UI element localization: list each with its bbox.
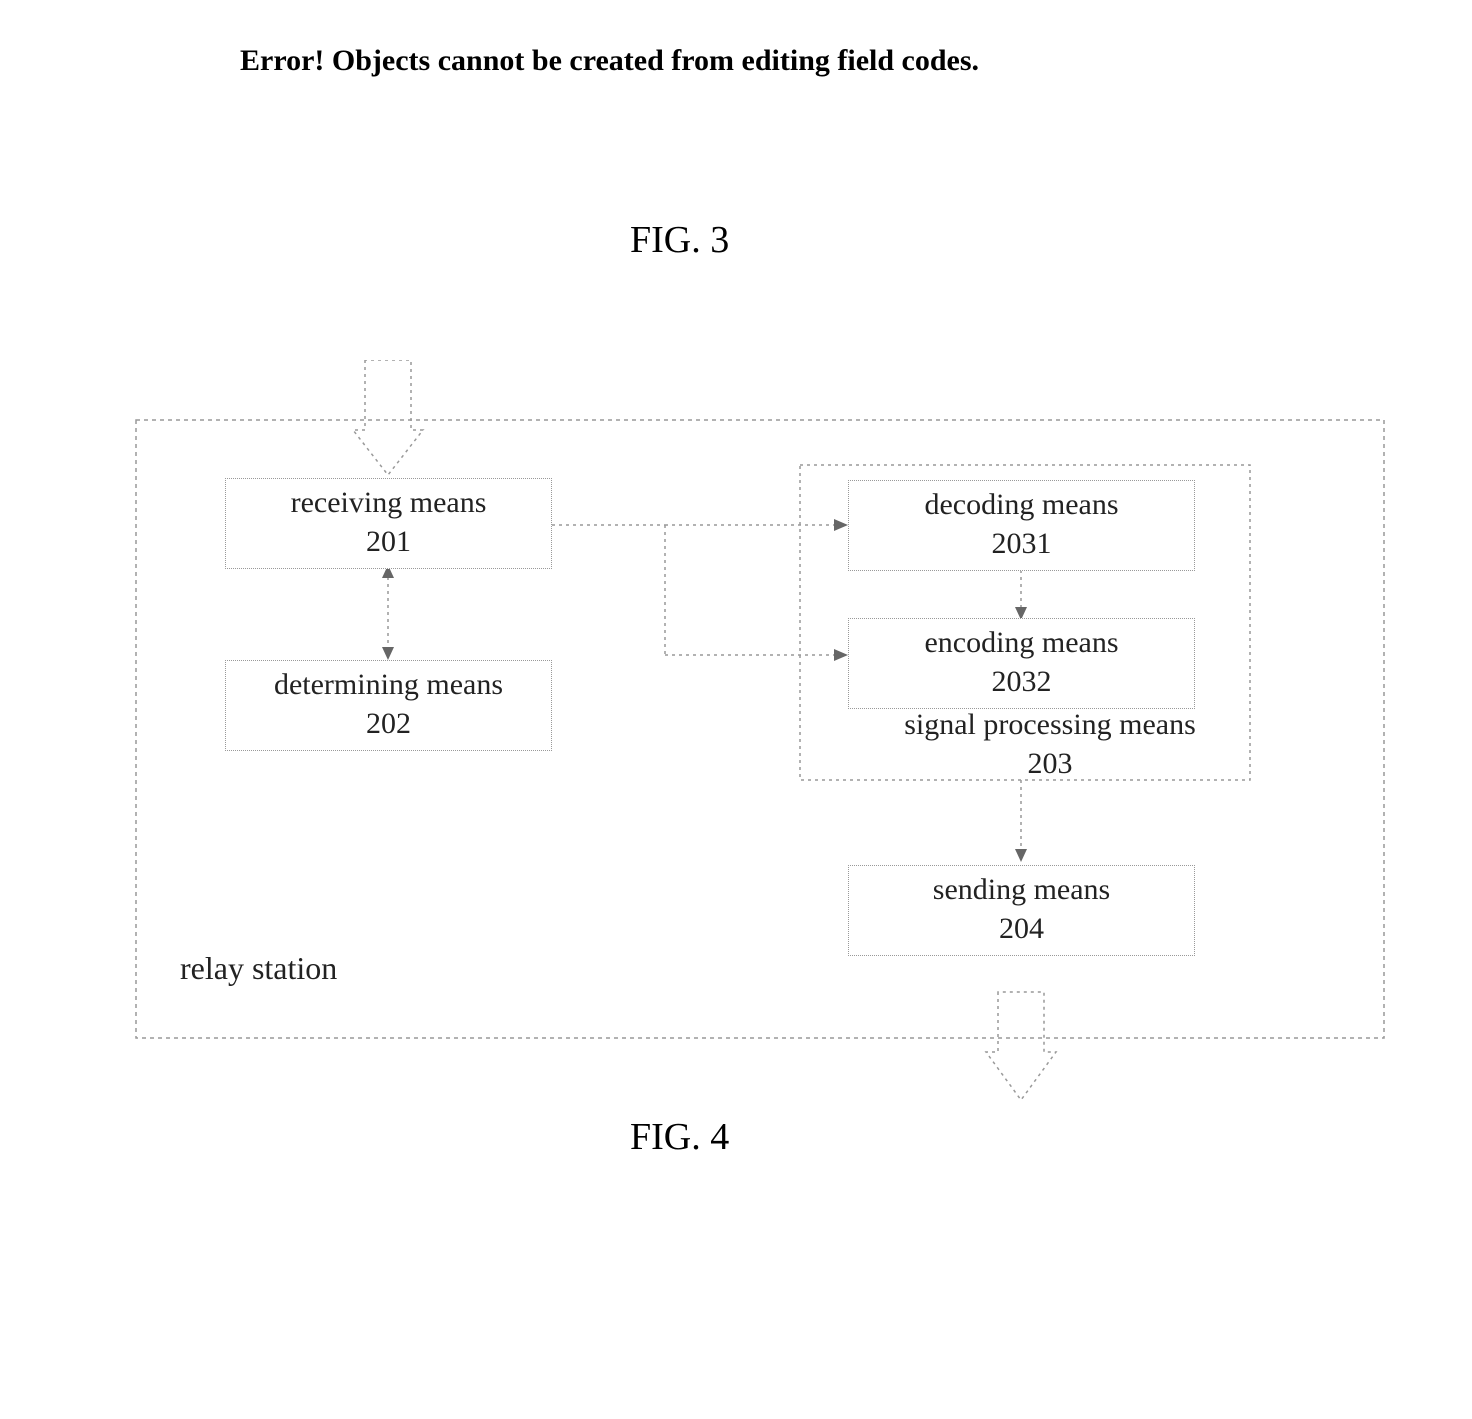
- fig3-label: FIG. 3: [630, 218, 729, 262]
- sending-means-box: sending means 204: [848, 865, 1195, 956]
- encoding-means-box: encoding means 2032: [848, 618, 1195, 709]
- determining-means-box: determining means 202: [225, 660, 552, 751]
- receiving-means-box: receiving means 201: [225, 478, 552, 569]
- relay-station-diagram: receiving means 201 determining means 20…: [120, 360, 1400, 1060]
- decoding-means-box: decoding means 2031: [848, 480, 1195, 571]
- decoding-means-label: decoding means 2031: [924, 488, 1118, 560]
- sending-means-label: sending means 204: [933, 873, 1110, 945]
- encoding-means-label: encoding means 2032: [924, 626, 1118, 698]
- fig4-label: FIG. 4: [630, 1115, 729, 1159]
- relay-station-label: relay station: [180, 950, 337, 987]
- determining-means-label: determining means 202: [274, 668, 503, 740]
- error-message: Error! Objects cannot be created from ed…: [240, 44, 979, 78]
- signal-processing-label: signal processing means 203: [900, 705, 1200, 783]
- receiving-means-label: receiving means 201: [291, 486, 487, 558]
